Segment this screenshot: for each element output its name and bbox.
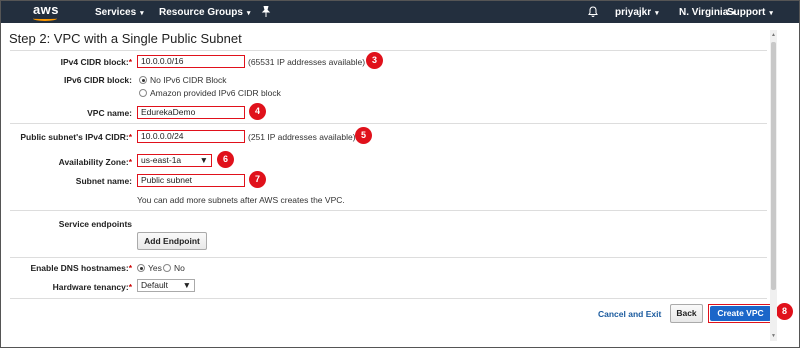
service-endpoints-label: Service endpoints — [58, 219, 132, 229]
radio-icon — [139, 89, 147, 97]
bell-icon[interactable] — [588, 6, 598, 20]
dns-option-yes[interactable]: Yes — [137, 263, 162, 273]
aws-logo-text: aws — [32, 2, 60, 17]
step-badge-8: 8 — [776, 303, 793, 320]
support-label: Support — [727, 7, 766, 18]
step-badge-5: 5 — [355, 127, 372, 144]
step-badge-4: 4 — [249, 103, 266, 120]
divider — [10, 257, 767, 258]
hardware-tenancy-label: Hardware tenancy:* — [52, 282, 132, 292]
subnet-cidr-hint: (251 IP addresses available) — [248, 132, 356, 142]
ipv6-cidr-label: IPv6 CIDR block: — [63, 75, 132, 85]
subnet-name-input[interactable]: Public subnet — [137, 174, 245, 187]
scroll-up-icon[interactable]: ▲ — [770, 32, 777, 38]
subnet-note: You can add more subnets after AWS creat… — [137, 195, 345, 205]
cancel-and-exit-link[interactable]: Cancel and Exit — [598, 309, 661, 319]
divider — [10, 123, 767, 124]
scroll-down-icon[interactable]: ▼ — [770, 333, 777, 339]
vertical-scrollbar[interactable]: ▲ ▼ — [770, 30, 777, 341]
user-label: priyajkr — [615, 7, 652, 18]
availability-zone-select[interactable]: us-east-1a ▼ — [137, 154, 212, 167]
step-badge-7: 7 — [249, 171, 266, 188]
step-badge-6: 6 — [217, 151, 234, 168]
pin-icon[interactable] — [261, 5, 271, 20]
ipv4-cidr-input[interactable]: 10.0.0.0/16 — [137, 55, 245, 68]
resource-groups-label: Resource Groups — [159, 7, 243, 18]
ipv6-option-amazon[interactable]: Amazon provided IPv6 CIDR block — [139, 88, 281, 98]
dropdown-arrow-icon: ▼ — [182, 280, 191, 290]
window-frame — [0, 0, 800, 348]
services-label: Services — [95, 7, 137, 18]
dropdown-arrow-icon: ▼ — [199, 155, 208, 165]
page-title: Step 2: VPC with a Single Public Subnet — [9, 31, 242, 46]
back-button[interactable]: Back — [670, 304, 703, 323]
ipv4-cidr-label: IPv4 CIDR block:* — [60, 57, 132, 67]
subnet-cidr-input[interactable]: 10.0.0.0/24 — [137, 130, 245, 143]
dns-option-no[interactable]: No — [163, 263, 185, 273]
aws-logo[interactable]: aws — [29, 3, 63, 21]
support-menu[interactable]: Support ▾ — [727, 7, 773, 18]
resource-groups-menu[interactable]: Resource Groups ▾ — [159, 7, 250, 18]
divider — [10, 298, 767, 299]
ipv6-option-none[interactable]: No IPv6 CIDR Block — [139, 75, 227, 85]
subnet-name-label: Subnet name: — [75, 176, 132, 186]
aws-smile-icon — [33, 16, 57, 21]
chevron-down-icon: ▾ — [769, 10, 773, 17]
chevron-down-icon: ▾ — [140, 10, 144, 17]
radio-selected-icon — [139, 76, 147, 84]
dns-hostnames-label: Enable DNS hostnames:* — [30, 263, 132, 273]
subnet-cidr-label: Public subnet's IPv4 CIDR:* — [20, 132, 132, 142]
radio-icon — [163, 264, 171, 272]
divider — [10, 50, 767, 51]
scrollbar-thumb[interactable] — [771, 42, 776, 290]
ipv4-cidr-hint: (65531 IP addresses available) — [248, 57, 366, 67]
vpc-name-input[interactable]: EdurekaDemo — [137, 106, 245, 119]
region-label: N. Virginia — [679, 7, 729, 18]
hardware-tenancy-select[interactable]: Default ▼ — [137, 279, 195, 292]
user-menu[interactable]: priyajkr ▾ — [615, 7, 659, 18]
add-endpoint-button[interactable]: Add Endpoint — [137, 232, 207, 250]
divider — [10, 210, 767, 211]
chevron-down-icon: ▾ — [655, 10, 659, 17]
top-nav-bar: aws Services ▾ Resource Groups ▾ priyajkr ▾… — [1, 1, 799, 23]
chevron-down-icon: ▾ — [246, 10, 251, 17]
radio-selected-icon — [137, 264, 145, 272]
services-menu[interactable]: Services ▾ — [95, 7, 144, 18]
create-vpc-label: Create VPC — [710, 306, 771, 321]
availability-zone-label: Availability Zone:* — [58, 157, 132, 167]
step-badge-3: 3 — [366, 52, 383, 69]
create-vpc-button[interactable]: Create VPC — [708, 304, 773, 323]
vpc-name-label: VPC name: — [87, 108, 132, 118]
